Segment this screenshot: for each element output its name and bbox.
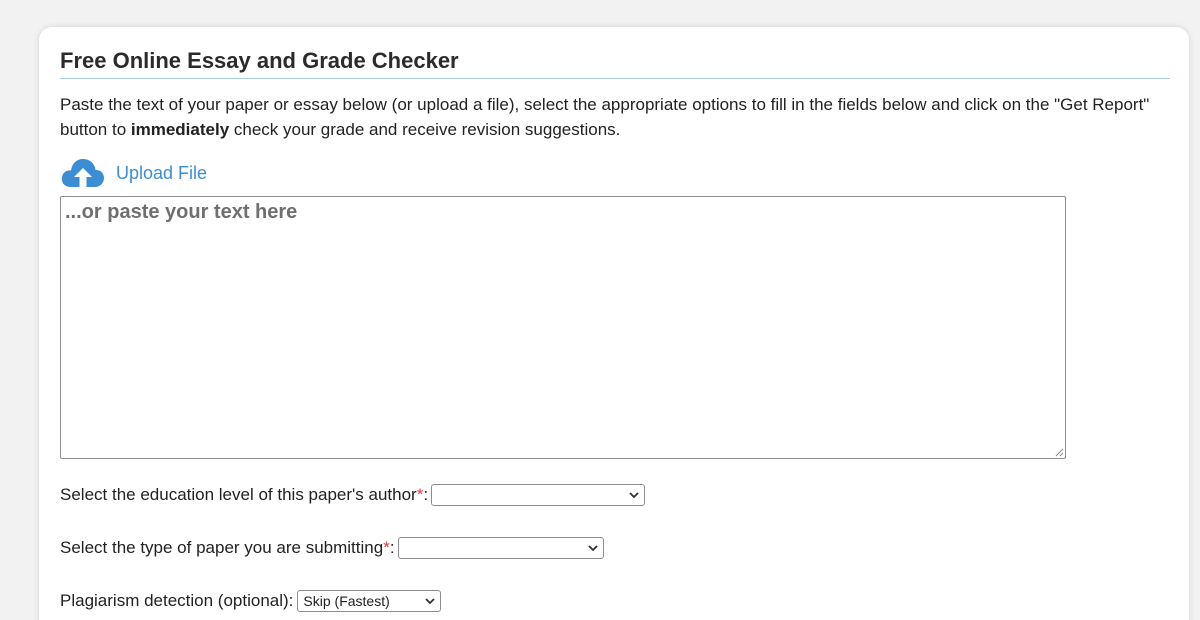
paper-type-label: Select the type of paper you are submitt… xyxy=(60,538,384,557)
required-mark: * xyxy=(383,538,390,557)
plagiarism-label: Plagiarism detection (optional): xyxy=(60,591,294,610)
page-title: Free Online Essay and Grade Checker xyxy=(60,48,459,73)
plagiarism-row: Plagiarism detection (optional): Skip (F… xyxy=(60,590,442,612)
cloud-upload-icon xyxy=(60,156,106,190)
upload-file-label: Upload File xyxy=(116,162,208,183)
essay-text-input[interactable] xyxy=(60,196,1066,459)
intro-emphasis: immediately xyxy=(130,120,230,139)
intro-text: Paste the text of your paper or essay be… xyxy=(60,92,1170,142)
title-divider xyxy=(60,78,1170,79)
paper-type-select[interactable] xyxy=(397,537,604,559)
chevron-down-icon xyxy=(629,492,639,499)
page: Free Online Essay and Grade Checker Past… xyxy=(0,0,1200,620)
education-level-row: Select the education level of this paper… xyxy=(60,484,646,506)
education-level-label: Select the education level of this paper… xyxy=(60,485,417,504)
upload-file-button[interactable]: Upload File xyxy=(60,156,207,190)
label-suffix: : xyxy=(389,538,395,557)
paper-type-row: Select the type of paper you are submitt… xyxy=(60,537,604,559)
label-suffix: : xyxy=(423,485,429,504)
resize-grip-icon[interactable] xyxy=(1054,447,1064,457)
chevron-down-icon xyxy=(587,545,598,552)
plagiarism-value: Skip (Fastest) xyxy=(303,593,390,609)
plagiarism-select[interactable]: Skip (Fastest) xyxy=(297,590,442,612)
education-level-select[interactable] xyxy=(431,484,646,506)
intro-text-part2: check your grade and receive revision su… xyxy=(229,120,621,139)
required-mark: * xyxy=(416,485,424,504)
chevron-down-icon xyxy=(425,598,436,605)
